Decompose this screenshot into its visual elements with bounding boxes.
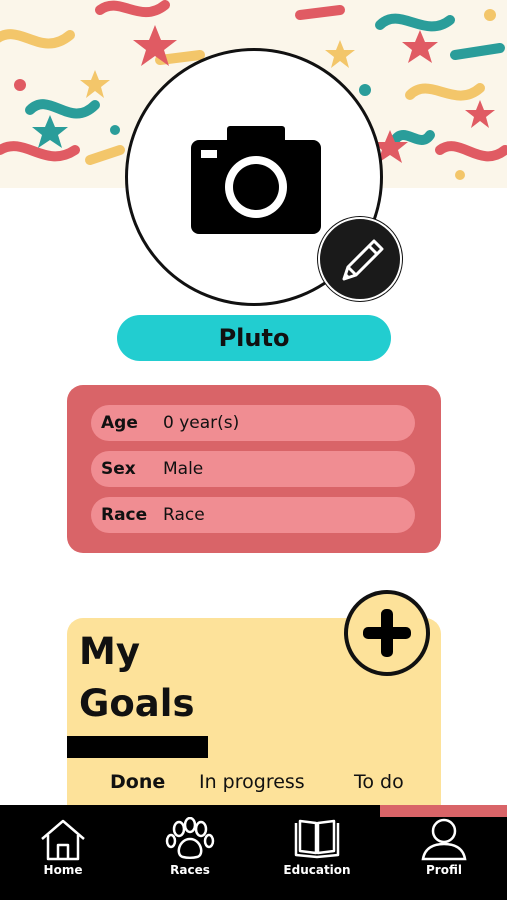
tab-to-do[interactable]: To do <box>354 768 404 796</box>
nav-item-races[interactable]: Races <box>135 817 245 877</box>
pet-name[interactable]: Pluto <box>117 315 391 361</box>
camera-icon <box>191 126 321 234</box>
nav-label-profil: Profil <box>426 863 462 877</box>
home-icon <box>41 819 85 861</box>
plus-icon <box>363 609 411 657</box>
pencil-icon <box>342 239 384 281</box>
add-goal-button[interactable] <box>344 590 430 676</box>
nav-label-races: Races <box>170 863 210 877</box>
info-row-race[interactable]: Race Race <box>91 497 415 533</box>
nav-active-indicator <box>380 805 507 817</box>
tab-done[interactable]: Done <box>110 768 165 796</box>
paw-icon <box>165 817 215 859</box>
nav-item-profil[interactable]: Profil <box>389 817 499 877</box>
info-value: 0 year(s) <box>163 413 240 433</box>
bottom-nav: Home Races Education Profil <box>0 805 507 900</box>
nav-item-home[interactable]: Home <box>8 817 118 877</box>
info-label: Race <box>101 505 148 525</box>
edit-photo-button[interactable] <box>318 217 402 301</box>
goals-title: My Goals <box>79 626 249 730</box>
nav-item-education[interactable]: Education <box>262 817 372 877</box>
nav-label-education: Education <box>283 863 351 877</box>
book-icon <box>294 819 340 859</box>
nav-label-home: Home <box>43 863 83 877</box>
info-row-age[interactable]: Age 0 year(s) <box>91 405 415 441</box>
info-row-sex[interactable]: Sex Male <box>91 451 415 487</box>
info-value: Male <box>163 459 204 479</box>
info-label: Sex <box>101 459 136 479</box>
info-label: Age <box>101 413 138 433</box>
info-value: Race <box>163 505 205 525</box>
pet-info-card: Age 0 year(s) Sex Male Race Race <box>67 385 441 553</box>
goals-title-line1: My <box>79 630 140 673</box>
person-icon <box>421 818 467 861</box>
goals-title-line2: Goals <box>79 682 195 725</box>
tab-in-progress[interactable]: In progress <box>199 768 305 796</box>
goals-progress-bar <box>67 736 208 758</box>
